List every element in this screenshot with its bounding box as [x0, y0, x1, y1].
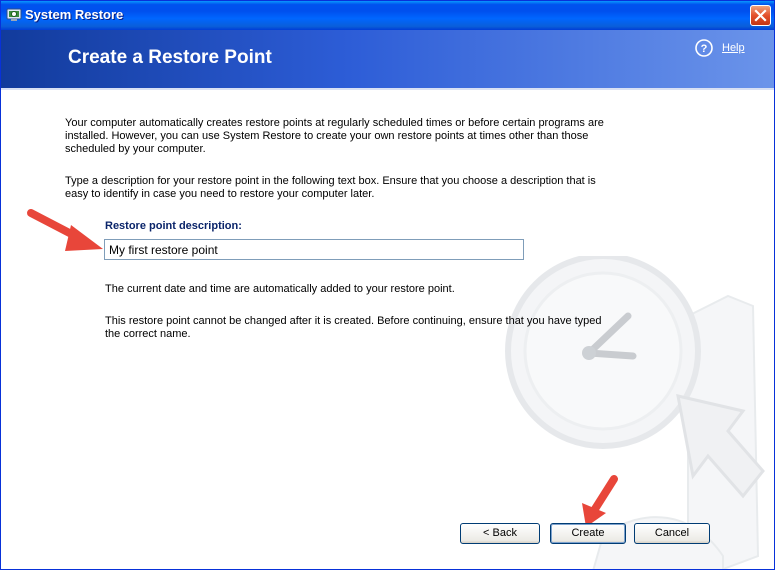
svg-text:?: ? [701, 43, 708, 55]
cancel-button[interactable]: Cancel [634, 523, 710, 544]
red-arrow-annotation [27, 209, 103, 251]
page-title: Create a Restore Point [68, 47, 272, 68]
back-button[interactable]: < Back [460, 523, 540, 544]
warning-note: This restore point cannot be changed aft… [105, 315, 602, 340]
description-label: Restore point description: [105, 220, 242, 232]
title-bar[interactable]: System Restore [1, 1, 774, 30]
banner-divider [1, 88, 774, 90]
close-icon [754, 9, 767, 22]
close-button[interactable] [750, 5, 771, 26]
window-title: System Restore [25, 7, 124, 22]
help-link[interactable]: Help [722, 42, 745, 54]
create-button[interactable]: Create [550, 523, 626, 544]
instructions-text: Type a description for your restore poin… [65, 175, 596, 200]
help-icon[interactable]: ? [695, 39, 713, 57]
system-restore-window: System Restore Create a Restore Point ? … [0, 0, 775, 570]
intro-text: Your computer automatically creates rest… [65, 117, 604, 155]
restore-point-description-input[interactable] [104, 239, 524, 260]
red-arrow-annotation [582, 475, 618, 527]
datetime-note: The current date and time are automatica… [105, 283, 455, 295]
header-banner: Create a Restore Point ? Help [1, 30, 774, 88]
system-restore-icon [6, 8, 22, 21]
